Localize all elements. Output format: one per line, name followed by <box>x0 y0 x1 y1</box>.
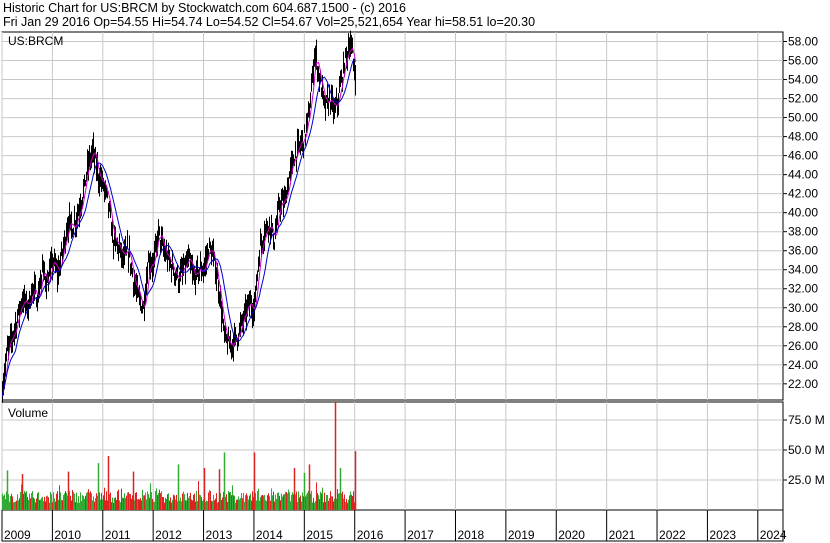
y-tick-label: 36.00 <box>788 244 818 258</box>
y-tick-label: 28.00 <box>788 320 818 334</box>
x-tick-label: 2022 <box>659 528 686 542</box>
x-tick-label: 2015 <box>306 528 333 542</box>
x-tick-label: 2023 <box>709 528 736 542</box>
y-tick-label: 56.00 <box>788 54 818 68</box>
volume-tick-label: 50.0 M <box>788 443 825 457</box>
x-tick-label: 2018 <box>457 528 484 542</box>
x-tick-label: 2017 <box>407 528 434 542</box>
chart-window: Historic Chart for US:BRCM by Stockwatch… <box>0 0 830 543</box>
y-tick-label: 52.00 <box>788 92 818 106</box>
volume-tick-label: 25.0 M <box>788 473 825 487</box>
y-tick-label: 26.00 <box>788 339 818 353</box>
y-tick-label: 34.00 <box>788 263 818 277</box>
y-tick-label: 24.00 <box>788 358 818 372</box>
volume-panel-label: Volume <box>8 406 48 420</box>
y-tick-label: 50.00 <box>788 111 818 125</box>
y-tick-label: 48.00 <box>788 130 818 144</box>
x-tick-label: 2010 <box>54 528 81 542</box>
x-tick-label: 2021 <box>609 528 636 542</box>
x-tick-label: 2014 <box>256 528 283 542</box>
y-tick-label: 40.00 <box>788 206 818 220</box>
y-tick-label: 44.00 <box>788 168 818 182</box>
x-tick-label: 2013 <box>206 528 233 542</box>
y-tick-label: 46.00 <box>788 149 818 163</box>
x-tick-label: 2020 <box>558 528 585 542</box>
stock-chart: 2009 2010 2011 2012 2013 2014 2015 2016 2017 2018… <box>1 30 825 542</box>
x-tick-label: 2009 <box>4 528 31 542</box>
x-tick-label: 2019 <box>508 528 535 542</box>
x-tick-label: 2012 <box>155 528 182 542</box>
y-tick-label: 30.00 <box>788 301 818 315</box>
y-tick-label: 38.00 <box>788 225 818 239</box>
y-tick-label: 54.00 <box>788 73 818 87</box>
y-tick-label: 58.00 <box>788 35 818 49</box>
price-panel-frame <box>1 31 784 401</box>
price-panel-label: US:BRCM <box>8 34 63 48</box>
volume-panel-frame <box>1 401 784 511</box>
y-tick-label: 22.00 <box>788 377 818 391</box>
x-tick-label: 2024 <box>760 528 787 542</box>
x-tick-label: 2016 <box>357 528 384 542</box>
y-tick-label: 42.00 <box>788 187 818 201</box>
x-tick-label: 2011 <box>105 528 131 542</box>
y-tick-label: 32.00 <box>788 282 818 296</box>
volume-tick-label: 75.0 M <box>788 413 825 427</box>
